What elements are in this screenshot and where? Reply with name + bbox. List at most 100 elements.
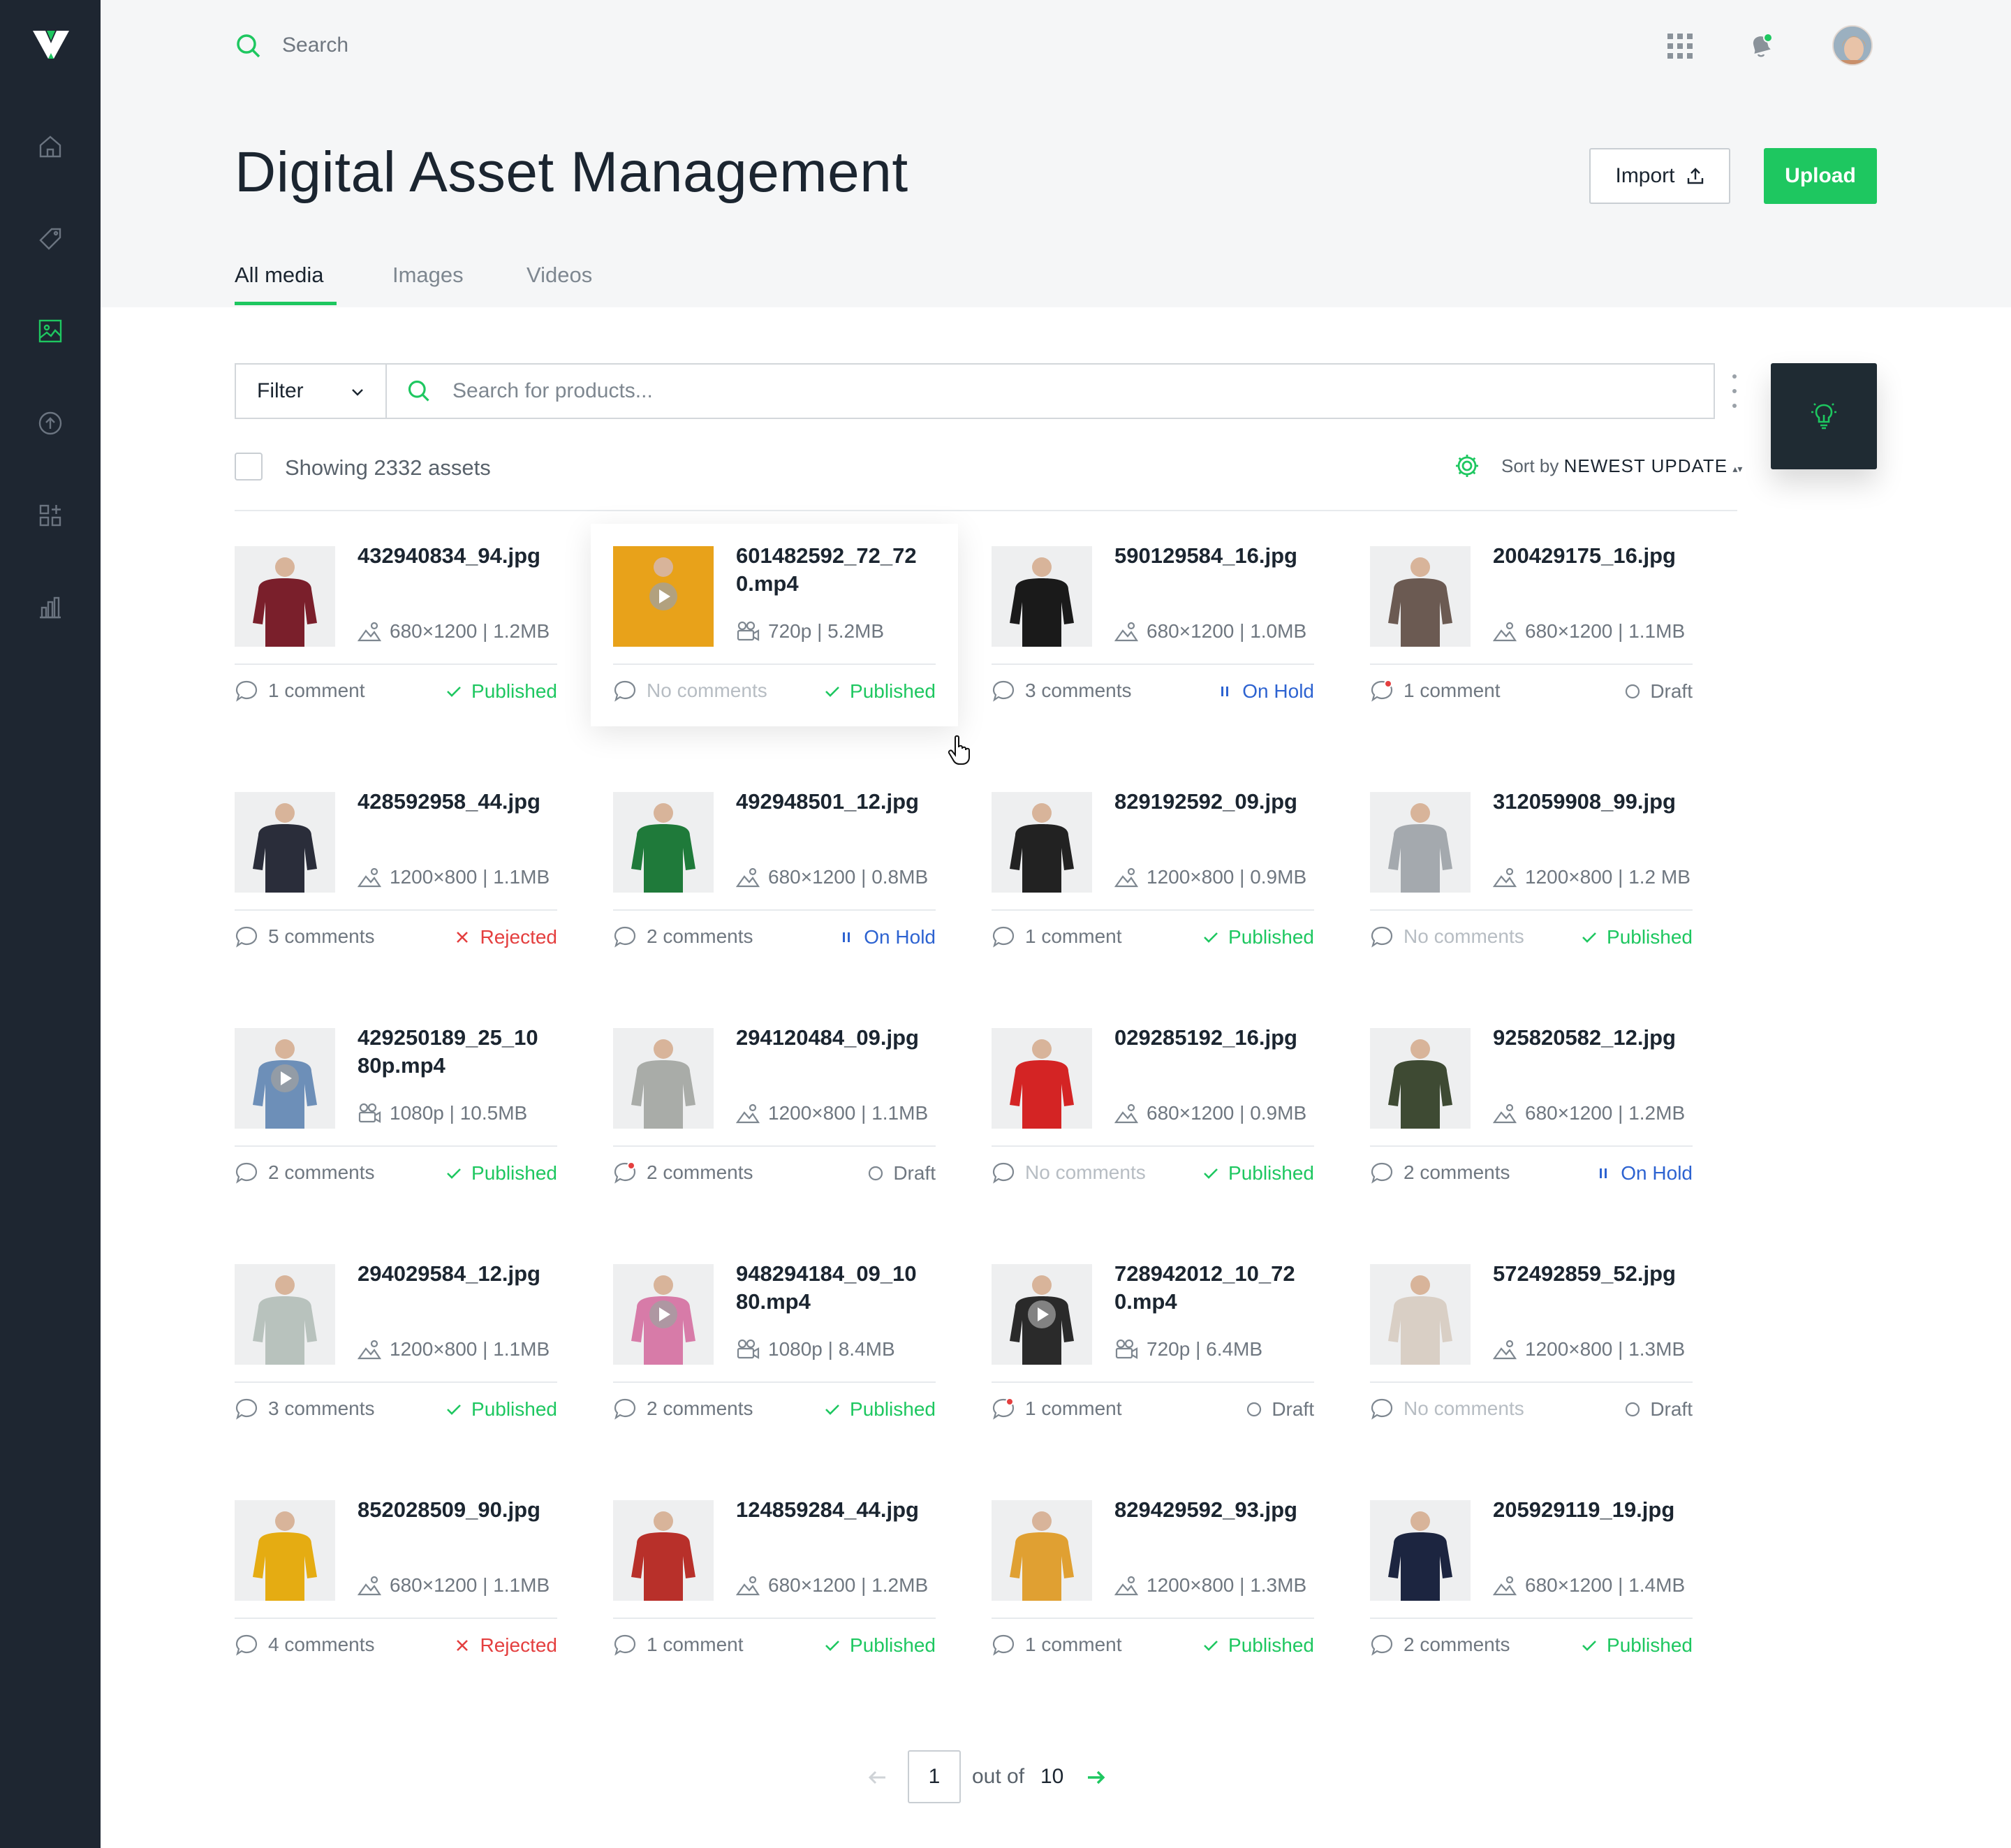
asset-filename[interactable]: 492948501_12.jpg <box>736 788 925 816</box>
sidebar-item-home[interactable] <box>34 130 67 163</box>
asset-thumbnail[interactable] <box>613 1500 714 1601</box>
select-all-checkbox[interactable] <box>235 453 263 481</box>
asset-card[interactable]: 590129584_16.jpg 680×1200 | 1.0MB 3 commen… <box>969 524 1336 726</box>
comments-link[interactable]: 1 comment <box>992 1397 1122 1421</box>
asset-thumbnail[interactable] <box>992 546 1092 647</box>
asset-thumbnail[interactable] <box>1370 792 1471 893</box>
asset-thumbnail[interactable] <box>1370 1500 1471 1601</box>
asset-thumbnail[interactable] <box>992 1028 1092 1129</box>
asset-filename[interactable]: 124859284_44.jpg <box>736 1496 925 1524</box>
asset-thumbnail[interactable] <box>613 792 714 893</box>
import-button[interactable]: Import <box>1589 148 1730 204</box>
comments-link[interactable]: 2 comments <box>1370 1633 1510 1657</box>
apps-grid-icon[interactable] <box>1666 32 1694 60</box>
sidebar-item-analytics[interactable] <box>34 591 67 624</box>
asset-card[interactable]: 948294184_09_1080.mp4 1080p | 8.4MB 2 comm… <box>591 1242 958 1444</box>
asset-thumbnail[interactable] <box>613 1264 714 1365</box>
asset-thumbnail[interactable] <box>235 792 335 893</box>
asset-card[interactable]: 294029584_12.jpg 1200×800 | 1.1MB 3 commen… <box>212 1242 580 1444</box>
asset-thumbnail[interactable] <box>1370 1028 1471 1129</box>
comments-link[interactable]: 1 comment <box>235 679 365 703</box>
sidebar-item-widgets[interactable] <box>34 499 67 532</box>
arrow-left-icon[interactable] <box>866 1766 890 1789</box>
asset-card[interactable]: 852028509_90.jpg 680×1200 | 1.1MB 4 commen… <box>212 1478 580 1680</box>
asset-card[interactable]: 205929119_19.jpg 680×1200 | 1.4MB 2 commen… <box>1348 1478 1715 1680</box>
asset-card[interactable]: 572492859_52.jpg 1200×800 | 1.3MB No comme… <box>1348 1242 1715 1444</box>
asset-filename[interactable]: 829429592_93.jpg <box>1114 1496 1303 1524</box>
asset-card[interactable]: 029285192_16.jpg 680×1200 | 0.9MB No comme… <box>969 1006 1336 1208</box>
asset-card[interactable]: 432940834_94.jpg 680×1200 | 1.2MB 1 commen… <box>212 524 580 726</box>
more-options-icon[interactable] <box>1729 374 1740 408</box>
sort-control[interactable]: Sort by NEWEST UPDATE ▴▾ <box>1501 455 1742 477</box>
asset-card[interactable]: 200429175_16.jpg 680×1200 | 1.1MB 1 commen… <box>1348 524 1715 726</box>
asset-card[interactable]: 312059908_99.jpg 1200×800 | 1.2 MB No comm… <box>1348 770 1715 972</box>
asset-thumbnail[interactable] <box>613 1028 714 1129</box>
comments-link[interactable]: 1 comment <box>613 1633 744 1657</box>
asset-filename[interactable]: 948294184_09_1080.mp4 <box>736 1260 925 1316</box>
asset-filename[interactable]: 852028509_90.jpg <box>358 1496 546 1524</box>
asset-filename[interactable]: 429250189_25_1080p.mp4 <box>358 1024 546 1080</box>
filter-dropdown[interactable]: Filter <box>235 363 387 419</box>
asset-thumbnail[interactable] <box>992 1500 1092 1601</box>
asset-filename[interactable]: 432940834_94.jpg <box>358 542 546 570</box>
asset-thumbnail[interactable] <box>1370 546 1471 647</box>
tab-images[interactable]: Images <box>392 263 464 288</box>
sidebar-item-media[interactable] <box>34 314 67 348</box>
comments-link[interactable]: 4 comments <box>235 1633 375 1657</box>
user-avatar[interactable] <box>1832 25 1873 66</box>
asset-card[interactable]: 428592958_44.jpg 1200×800 | 1.1MB 5 commen… <box>212 770 580 972</box>
comments-link[interactable]: 5 comments <box>235 925 375 948</box>
comments-link[interactable]: 2 comments <box>613 1397 753 1421</box>
product-search-input[interactable] <box>452 379 1640 403</box>
sidebar-item-upload[interactable] <box>34 406 67 440</box>
asset-filename[interactable]: 829192592_09.jpg <box>1114 788 1303 816</box>
comments-link[interactable]: 3 comments <box>992 679 1132 703</box>
global-search-label[interactable]: Search <box>282 34 348 57</box>
comments-link[interactable]: 1 comment <box>992 925 1122 948</box>
comments-link[interactable]: 2 comments <box>235 1161 375 1185</box>
search-icon[interactable] <box>235 32 263 60</box>
asset-thumbnail[interactable] <box>992 792 1092 893</box>
asset-thumbnail[interactable] <box>235 546 335 647</box>
asset-thumbnail[interactable] <box>235 1500 335 1601</box>
asset-card[interactable]: 124859284_44.jpg 680×1200 | 1.2MB 1 commen… <box>591 1478 958 1680</box>
upload-button[interactable]: Upload <box>1764 148 1877 204</box>
asset-filename[interactable]: 428592958_44.jpg <box>358 788 546 816</box>
comments-link[interactable]: 1 comment <box>992 1633 1122 1657</box>
arrow-right-icon[interactable] <box>1084 1766 1107 1789</box>
asset-card[interactable]: 829429592_93.jpg 1200×800 | 1.3MB 1 commen… <box>969 1478 1336 1680</box>
comments-link[interactable]: No comments <box>613 679 767 703</box>
comments-link[interactable]: 1 comment <box>1370 679 1501 703</box>
asset-filename[interactable]: 205929119_19.jpg <box>1493 1496 1681 1524</box>
asset-card[interactable]: 492948501_12.jpg 680×1200 | 0.8MB 2 commen… <box>591 770 958 972</box>
asset-filename[interactable]: 029285192_16.jpg <box>1114 1024 1303 1052</box>
comments-link[interactable]: No comments <box>1370 925 1524 948</box>
asset-thumbnail[interactable] <box>235 1028 335 1129</box>
asset-thumbnail[interactable] <box>613 546 714 647</box>
asset-card[interactable]: 429250189_25_1080p.mp4 1080p | 10.5MB 2 co… <box>212 1006 580 1208</box>
asset-filename[interactable]: 590129584_16.jpg <box>1114 542 1303 570</box>
asset-thumbnail[interactable] <box>1370 1264 1471 1365</box>
comments-link[interactable]: 2 comments <box>613 925 753 948</box>
asset-filename[interactable]: 728942012_10_720.mp4 <box>1114 1260 1303 1316</box>
tab-all-media[interactable]: All media <box>235 263 324 288</box>
comments-link[interactable]: No comments <box>992 1161 1146 1185</box>
comments-link[interactable]: No comments <box>1370 1397 1524 1421</box>
asset-card[interactable]: 728942012_10_720.mp4 720p | 6.4MB 1 commen… <box>969 1242 1336 1444</box>
tab-videos[interactable]: Videos <box>526 263 592 288</box>
asset-thumbnail[interactable] <box>992 1264 1092 1365</box>
brand-logo[interactable] <box>31 28 71 61</box>
sidebar-item-tags[interactable] <box>34 222 67 256</box>
asset-filename[interactable]: 294029584_12.jpg <box>358 1260 546 1288</box>
asset-filename[interactable]: 572492859_52.jpg <box>1493 1260 1681 1288</box>
asset-filename[interactable]: 601482592_72_720.mp4 <box>736 542 925 598</box>
asset-filename[interactable]: 200429175_16.jpg <box>1493 542 1681 570</box>
asset-card[interactable]: 925820582_12.jpg 680×1200 | 1.2MB 2 commen… <box>1348 1006 1715 1208</box>
asset-filename[interactable]: 925820582_12.jpg <box>1493 1024 1681 1052</box>
comments-link[interactable]: 2 comments <box>613 1161 753 1185</box>
asset-card[interactable]: 829192592_09.jpg 1200×800 | 0.9MB 1 commen… <box>969 770 1336 972</box>
page-number-input[interactable]: 1 <box>908 1750 961 1803</box>
comments-link[interactable]: 3 comments <box>235 1397 375 1421</box>
insights-button[interactable] <box>1771 363 1877 469</box>
asset-filename[interactable]: 312059908_99.jpg <box>1493 788 1681 816</box>
